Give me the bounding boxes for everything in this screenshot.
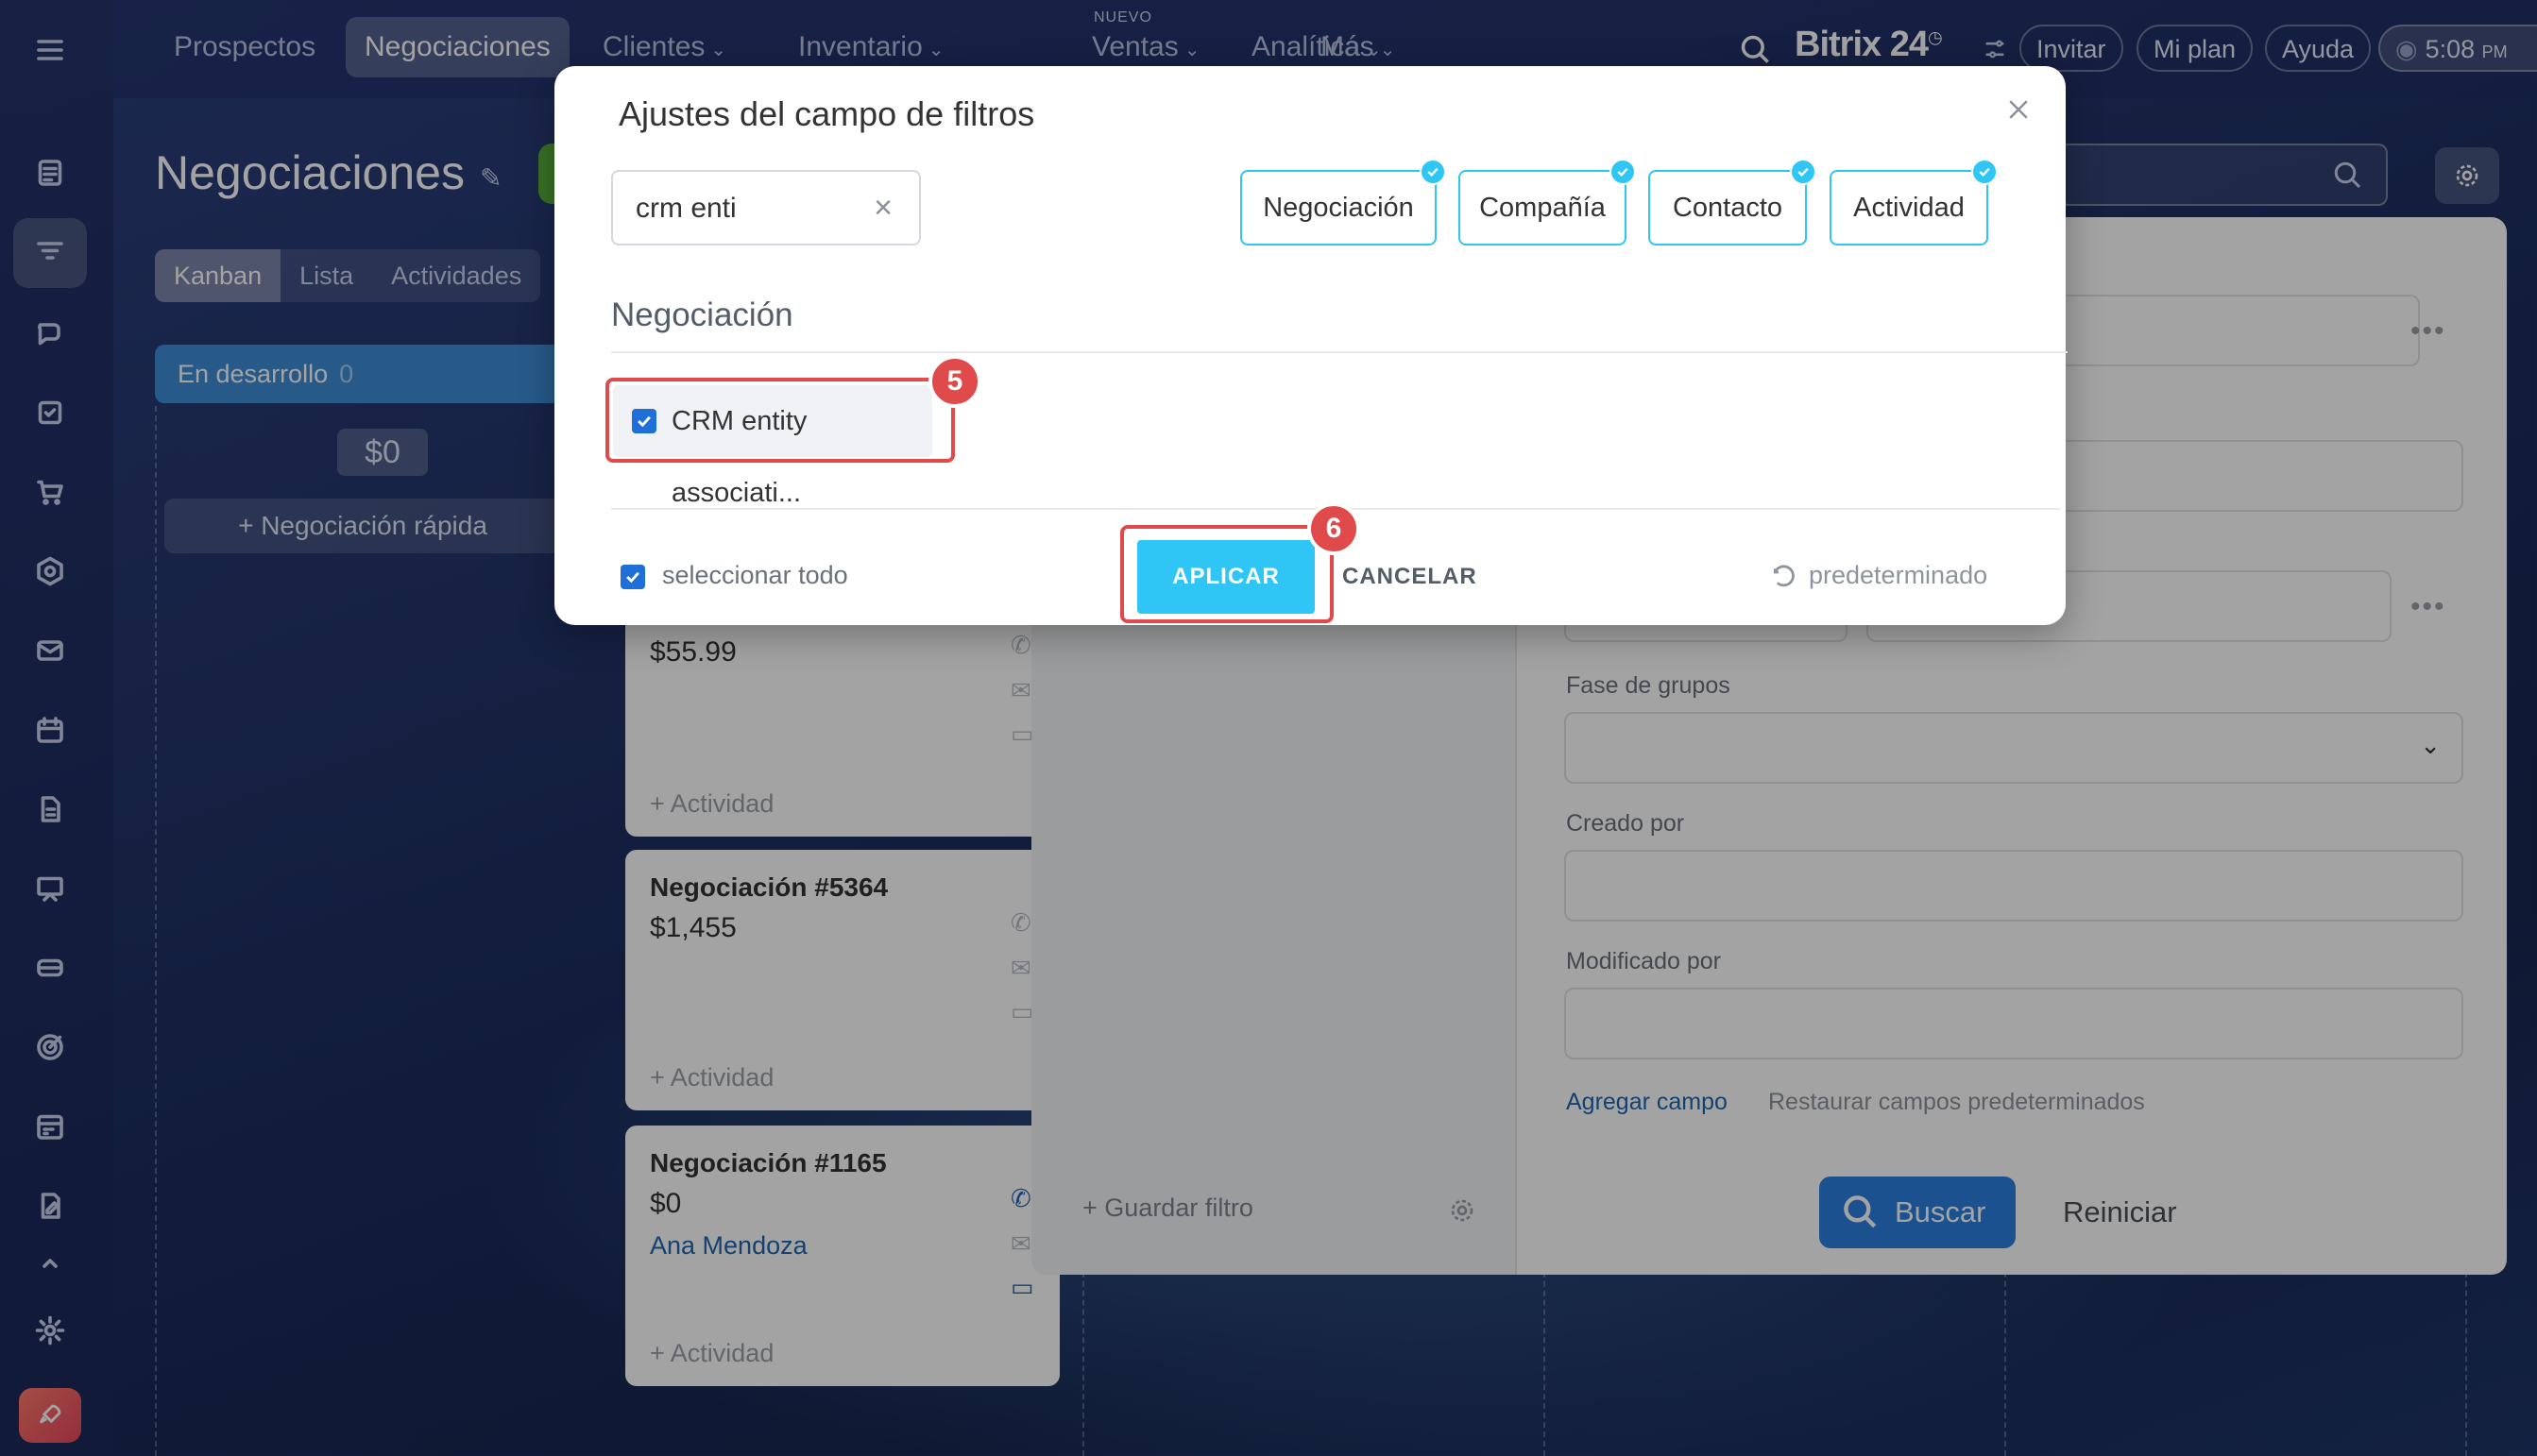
- select-all-checkbox[interactable]: [621, 565, 645, 589]
- divider: [611, 351, 2068, 353]
- highlight-box: [605, 378, 955, 463]
- field-search-input[interactable]: crm enti ×: [611, 170, 921, 245]
- checkmark-icon: [1790, 159, 1816, 185]
- step-badge-6: 6: [1307, 502, 1360, 555]
- clear-search-icon[interactable]: ×: [874, 172, 893, 244]
- checkmark-icon: [1609, 159, 1636, 185]
- field-search-value: crm enti: [636, 193, 737, 224]
- default-link[interactable]: predeterminado: [1809, 561, 1987, 590]
- checkmark-icon: [1971, 159, 1998, 185]
- close-button[interactable]: [1998, 89, 2039, 130]
- filter-field-settings-dialog: Ajustes del campo de filtros crm enti × …: [554, 66, 2068, 625]
- step-badge-5: 5: [928, 355, 981, 408]
- apply-button[interactable]: APLICAR: [1137, 540, 1315, 614]
- checkmark-icon: [1420, 159, 1446, 185]
- entity-tab-actividad[interactable]: Actividad: [1830, 159, 1998, 245]
- close-icon: [2009, 100, 2028, 119]
- undo-icon[interactable]: [1769, 563, 1797, 591]
- cancel-button[interactable]: CANCELAR: [1342, 564, 1477, 590]
- dialog-title: Ajustes del campo de filtros: [619, 94, 1035, 133]
- select-all-label[interactable]: seleccionar todo: [662, 561, 848, 590]
- entity-tab-compania[interactable]: Compañía: [1458, 159, 1636, 245]
- entity-tab-negociacion[interactable]: Negociación: [1240, 159, 1446, 245]
- section-title: Negociación: [611, 296, 793, 333]
- entity-tab-contacto[interactable]: Contacto: [1648, 159, 1816, 245]
